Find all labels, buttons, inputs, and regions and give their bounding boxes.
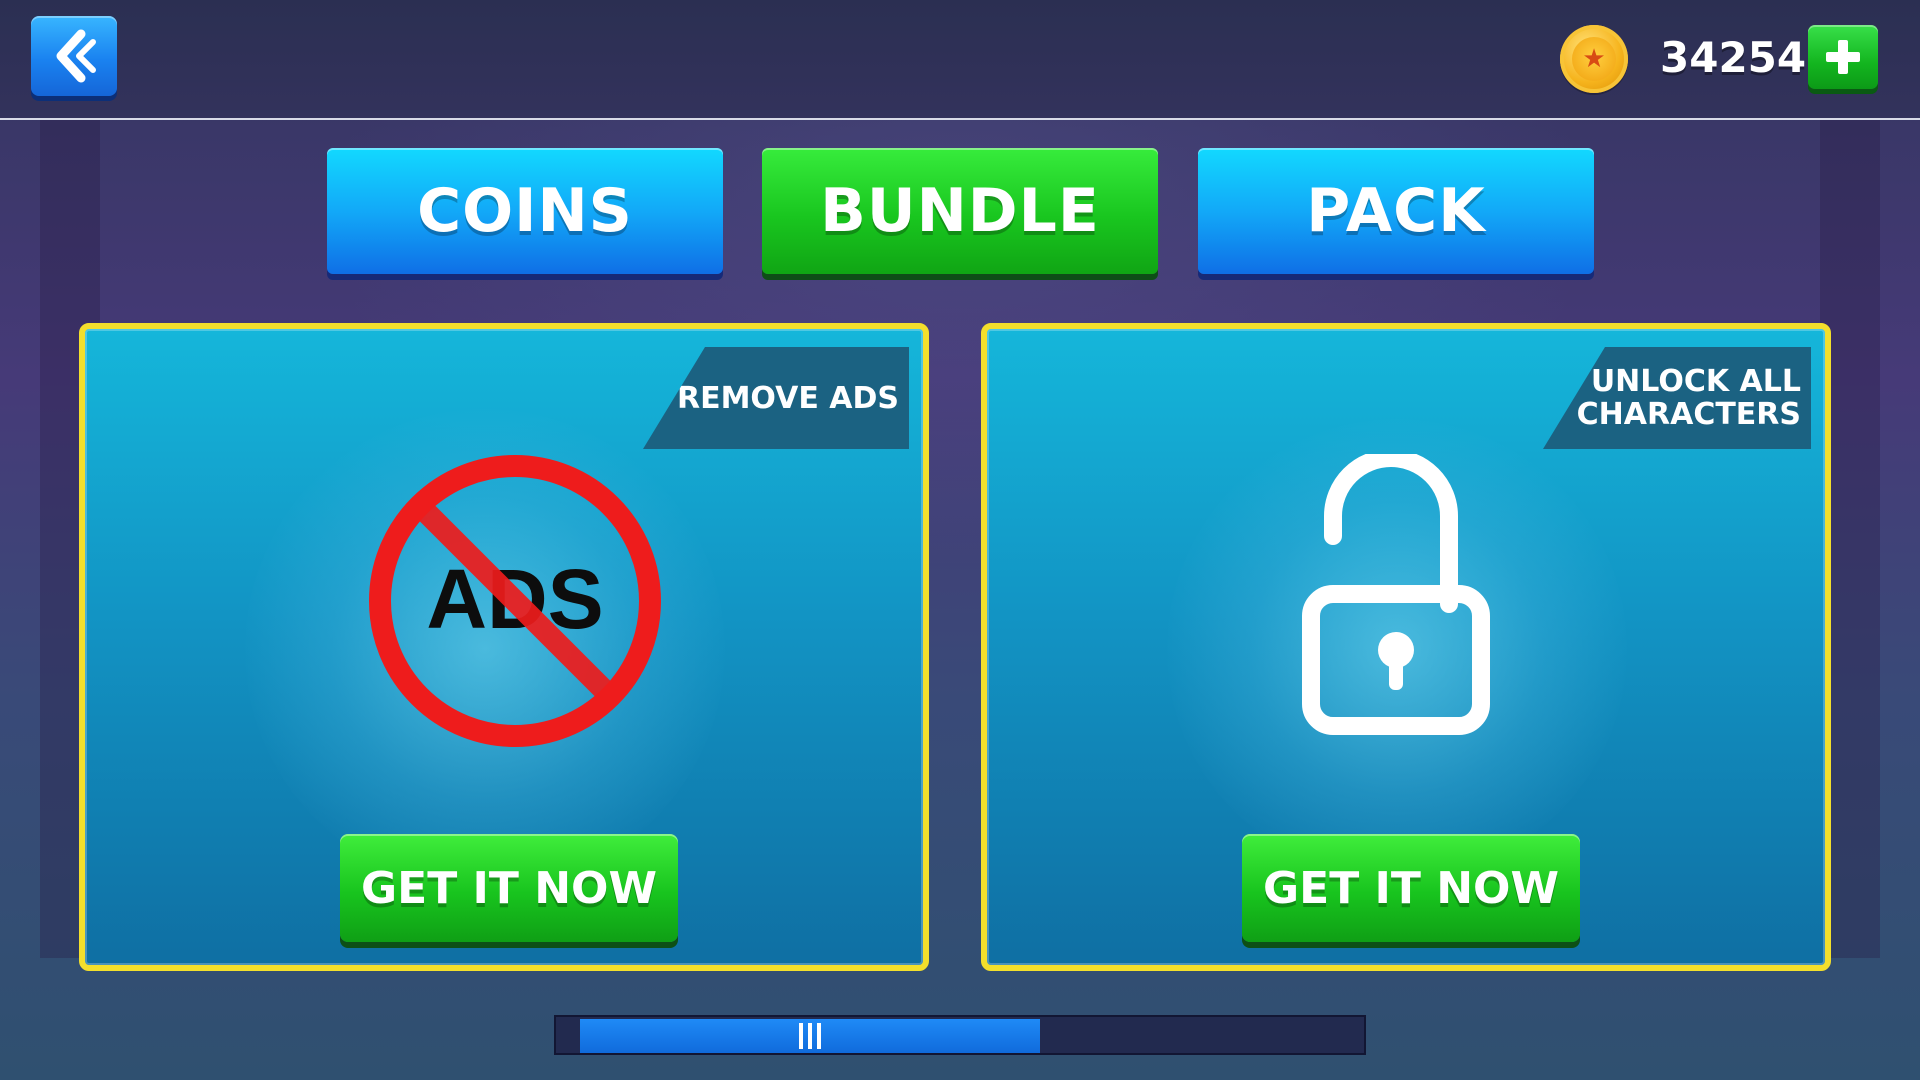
button-label: GET IT NOW: [361, 862, 657, 914]
ribbon-label-line1: UNLOCK ALL: [1590, 364, 1801, 399]
ribbon-label: REMOVE ADS: [676, 380, 899, 416]
tab-coins[interactable]: COINS: [327, 148, 723, 274]
get-it-now-button[interactable]: GET IT NOW: [1242, 834, 1580, 942]
get-it-now-button[interactable]: GET IT NOW: [340, 834, 678, 942]
card-ribbon: UNLOCK ALL CHARACTERS: [1543, 347, 1811, 449]
tab-label: COINS: [417, 176, 633, 246]
plus-icon: [1826, 40, 1860, 74]
coin-count: 34254: [1660, 33, 1807, 82]
ribbon-label-line2: CHARACTERS: [1576, 397, 1801, 432]
remove-ads-card: REMOVE ADS ADS GET IT NOW: [79, 323, 929, 971]
tab-label: BUNDLE: [820, 176, 1100, 246]
unlocked-padlock-icon: [1302, 454, 1490, 735]
gold-star-coin-icon: ★: [1560, 25, 1628, 93]
horizontal-scrollbar[interactable]: [554, 1015, 1366, 1055]
scrollbar-thumb[interactable]: [580, 1019, 1040, 1053]
top-bar: ★ 34254: [0, 0, 1920, 120]
tab-bundle[interactable]: BUNDLE: [762, 148, 1158, 274]
no-ads-icon: ADS: [369, 455, 661, 747]
back-button[interactable]: [31, 16, 117, 96]
button-label: GET IT NOW: [1263, 862, 1559, 914]
card-ribbon: REMOVE ADS: [643, 347, 909, 449]
tab-pack[interactable]: PACK: [1198, 148, 1594, 274]
chevron-double-left-icon: [56, 29, 96, 83]
tab-label: PACK: [1306, 176, 1486, 246]
grip-icon: [799, 1023, 821, 1049]
add-coins-button[interactable]: [1808, 25, 1878, 89]
unlock-characters-card: UNLOCK ALL CHARACTERS GET IT NOW: [981, 323, 1831, 971]
